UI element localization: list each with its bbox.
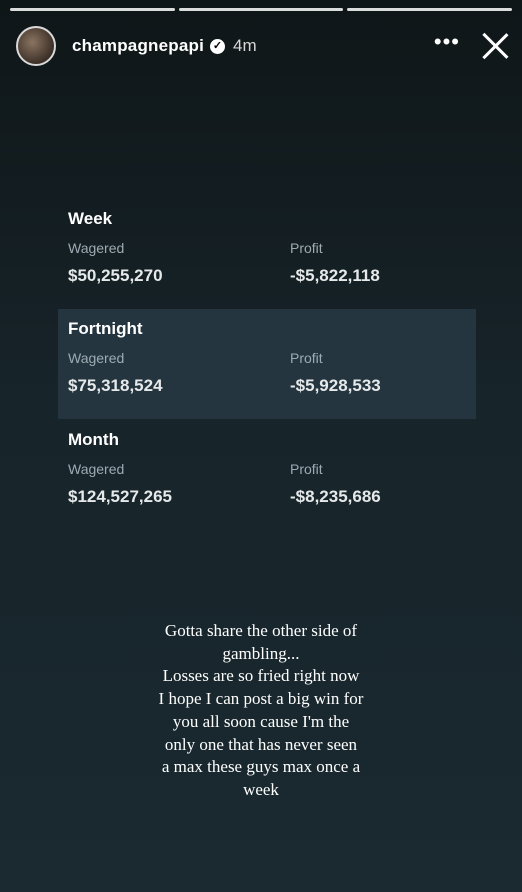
progress-segment [178,8,344,11]
caption-line: week [243,779,279,799]
story-caption: Gotta share the other side of gambling..… [100,620,422,802]
close-icon[interactable] [480,31,510,61]
timestamp: 4m [233,36,257,55]
stats-title: Fortnight [68,319,143,338]
caption-line: only one that has never seen [164,734,358,754]
profit-value: -$5,928,533 [290,376,381,395]
caption-line: gambling... [222,643,300,663]
profit-value: -$5,822,118 [290,266,380,285]
stats-title: Month [68,430,119,449]
profit-label: Profit [290,350,323,366]
story-header: champagnepapi ✓ 4m ••• [16,24,510,68]
stats-block-month: Month Wagered Profit $124,527,265 -$8,23… [58,420,476,530]
wagered-label: Wagered [68,461,125,477]
profit-label: Profit [290,240,323,256]
stats-block-fortnight: Fortnight Wagered Profit $75,318,524 -$5… [58,309,476,419]
verified-badge-icon: ✓ [210,38,226,54]
wagered-value: $75,318,524 [68,376,163,395]
username[interactable]: champagnepapi [72,36,204,56]
stats-block-week: Week Wagered Profit $50,255,270 -$5,822,… [58,199,476,309]
caption-line: I hope I can post a big win for [158,689,364,709]
profit-label: Profit [290,461,323,477]
caption-line: Losses are so fried right now [162,666,360,686]
wagered-label: Wagered [68,350,125,366]
story-progress-bar [10,8,513,11]
caption-line: a max these guys max once a [161,757,361,777]
wagered-value: $124,527,265 [68,487,172,506]
more-options-icon[interactable]: ••• [434,31,460,53]
progress-segment [347,8,513,11]
wagered-label: Wagered [68,240,125,256]
caption-line: you all soon cause I'm the [172,711,350,731]
caption-line: Gotta share the other side of [164,621,358,640]
progress-segment [10,8,175,11]
profit-value: -$8,235,686 [290,487,381,506]
stats-title: Week [68,209,113,228]
avatar[interactable] [16,26,56,66]
wagered-value: $50,255,270 [68,266,163,285]
